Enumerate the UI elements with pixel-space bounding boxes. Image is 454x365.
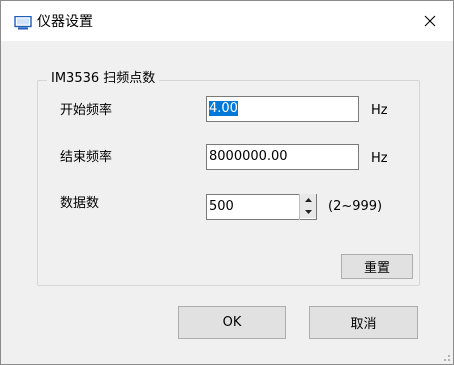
start-frequency-value: 4.00 xyxy=(209,101,238,116)
reset-button[interactable]: 重置 xyxy=(341,254,413,279)
instrument-settings-dialog: 仪器设置 IM3536 扫频点数 开始频率 4.00 Hz 结束频率 80000… xyxy=(0,0,454,365)
cancel-button[interactable]: 取消 xyxy=(309,306,418,339)
monitor-icon xyxy=(14,15,32,30)
spin-down-button[interactable] xyxy=(300,206,316,218)
resize-grip-icon[interactable] xyxy=(441,352,451,362)
close-button[interactable] xyxy=(407,1,453,41)
arrow-up-icon xyxy=(304,198,312,202)
close-icon xyxy=(424,15,436,27)
ok-button[interactable]: OK xyxy=(178,306,286,339)
end-frequency-value: 8000000.00 xyxy=(209,149,288,164)
end-frequency-unit: Hz xyxy=(371,151,388,166)
end-frequency-input[interactable]: 8000000.00 xyxy=(206,144,359,170)
title-bar: 仪器设置 xyxy=(1,1,453,41)
data-count-range: (2~999) xyxy=(328,199,383,214)
group-title: IM3536 扫频点数 xyxy=(47,70,160,88)
start-frequency-unit: Hz xyxy=(371,103,388,118)
end-frequency-label: 结束频率 xyxy=(60,150,113,165)
data-count-spinner[interactable] xyxy=(299,194,316,220)
data-count-value: 500 xyxy=(209,199,234,214)
start-frequency-label: 开始频率 xyxy=(60,103,113,118)
start-frequency-input[interactable]: 4.00 xyxy=(206,96,359,122)
window-title: 仪器设置 xyxy=(37,14,93,30)
arrow-down-icon xyxy=(304,210,312,214)
data-count-label: 数据数 xyxy=(60,196,100,211)
